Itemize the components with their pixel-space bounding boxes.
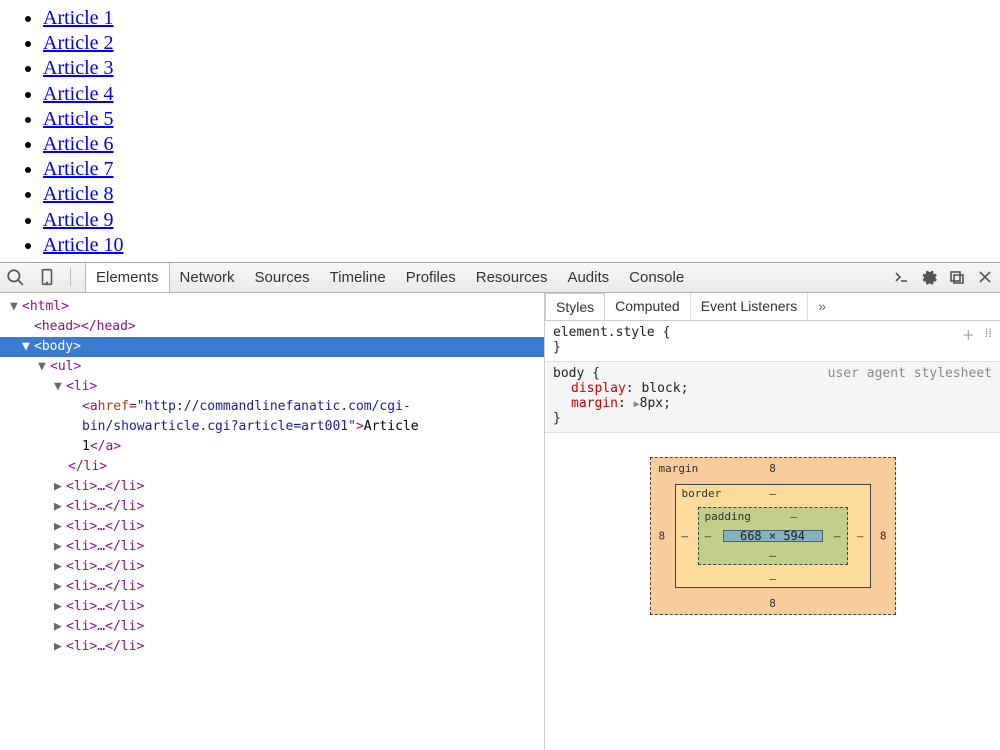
- article-list: Article 1 Article 2 Article 3 Article 4 …: [43, 6, 1000, 258]
- dom-node-ul[interactable]: ▼<ul>: [0, 357, 544, 377]
- dom-node-li-close[interactable]: </li>: [0, 457, 544, 477]
- toolbar-divider: [70, 268, 71, 286]
- list-item: Article 5: [43, 107, 1000, 132]
- article-link[interactable]: Article 9: [43, 209, 114, 231]
- new-style-rule-icon[interactable]: ＋: [962, 325, 975, 344]
- dom-node-a-text[interactable]: 1</a>: [0, 437, 544, 457]
- padding-bottom-value: –: [769, 549, 776, 562]
- dom-node-li-open[interactable]: ▼<li>: [0, 377, 544, 397]
- dom-node-a[interactable]: <a href="http://commandlinefanatic.com/c…: [0, 397, 544, 417]
- margin-left-value: 8: [659, 529, 666, 542]
- device-icon[interactable]: [38, 268, 56, 286]
- rule-brace: }: [553, 340, 992, 355]
- article-link[interactable]: Article 3: [43, 57, 114, 79]
- margin-bottom-value: 8: [769, 597, 776, 610]
- list-item: Article 9: [43, 208, 1000, 233]
- article-link[interactable]: Article 6: [43, 133, 114, 155]
- tab-resources[interactable]: Resources: [466, 263, 558, 292]
- gear-icon[interactable]: [920, 268, 938, 286]
- dom-node-li-collapsed[interactable]: ▶<li>…</li>: [0, 577, 544, 597]
- tab-timeline[interactable]: Timeline: [320, 263, 396, 292]
- article-link[interactable]: Article 8: [43, 183, 114, 205]
- list-item: Article 2: [43, 31, 1000, 56]
- dom-node-li-collapsed[interactable]: ▶<li>…</li>: [0, 517, 544, 537]
- close-icon[interactable]: [976, 268, 994, 286]
- margin-top-value: 8: [769, 462, 776, 475]
- dom-node-li-collapsed[interactable]: ▶<li>…</li>: [0, 637, 544, 657]
- tab-audits[interactable]: Audits: [557, 263, 619, 292]
- article-link[interactable]: Article 2: [43, 32, 114, 54]
- padding-top-value: –: [790, 510, 797, 523]
- list-item: Article 7: [43, 157, 1000, 182]
- devtools-right-controls: [892, 268, 994, 286]
- article-link[interactable]: Article 1: [43, 7, 114, 29]
- article-link[interactable]: Article 7: [43, 158, 114, 180]
- tab-elements[interactable]: Elements: [85, 263, 170, 292]
- content-dimensions: 668 × 594: [740, 529, 805, 543]
- article-link[interactable]: Article 10: [43, 234, 124, 256]
- list-item: Article 8: [43, 182, 1000, 207]
- list-item: Article 6: [43, 132, 1000, 157]
- box-model-content[interactable]: 668 × 594: [723, 530, 823, 542]
- inspect-icon[interactable]: [6, 268, 24, 286]
- tab-profiles[interactable]: Profiles: [396, 263, 466, 292]
- devtools-panel: Elements Network Sources Timeline Profil…: [0, 262, 1000, 750]
- box-model: margin 8 8 8 8 border – – – – padding: [545, 433, 1000, 615]
- devtools-tabs: Elements Network Sources Timeline Profil…: [85, 263, 694, 292]
- box-model-padding[interactable]: padding – – – – 668 × 594: [698, 507, 848, 565]
- tab-sources[interactable]: Sources: [245, 263, 320, 292]
- box-model-margin[interactable]: margin 8 8 8 8 border – – – – padding: [650, 457, 896, 615]
- tab-network[interactable]: Network: [170, 263, 245, 292]
- article-link[interactable]: Article 4: [43, 83, 114, 105]
- border-label: border: [682, 487, 722, 500]
- declaration[interactable]: display: block;: [553, 381, 992, 396]
- tab-console[interactable]: Console: [619, 263, 694, 292]
- dom-node-li-collapsed[interactable]: ▶<li>…</li>: [0, 477, 544, 497]
- dom-node-a-cont[interactable]: bin/showarticle.cgi?article=art001">Arti…: [0, 417, 544, 437]
- declaration[interactable]: margin: ▶8px;: [553, 396, 992, 411]
- list-item: Article 1: [43, 6, 1000, 31]
- rule-origin: user agent stylesheet: [828, 366, 992, 381]
- style-rule-body[interactable]: user agent stylesheet body { display: bl…: [545, 362, 1000, 433]
- styles-tab-listeners[interactable]: Event Listeners: [691, 293, 809, 320]
- rule-selector: element.style {: [553, 325, 992, 340]
- styles-tab-computed[interactable]: Computed: [605, 293, 691, 320]
- list-item: Article 3: [43, 56, 1000, 81]
- dom-node-li-collapsed[interactable]: ▶<li>…</li>: [0, 617, 544, 637]
- dom-node-li-collapsed[interactable]: ▶<li>…</li>: [0, 557, 544, 577]
- dom-node-body-selected[interactable]: ▼<body>: [0, 337, 544, 357]
- list-item: Article 4: [43, 82, 1000, 107]
- devtools-toolbar: Elements Network Sources Timeline Profil…: [0, 263, 1000, 293]
- style-rule-element[interactable]: ＋ ⁞⁞ element.style { }: [545, 321, 1000, 362]
- styles-tabs-more-icon[interactable]: »: [808, 298, 836, 314]
- border-left-value: –: [682, 529, 689, 542]
- margin-label: margin: [659, 462, 699, 475]
- box-model-border[interactable]: border – – – – padding – – – –: [675, 484, 871, 588]
- margin-right-value: 8: [880, 529, 887, 542]
- rendered-page: Article 1 Article 2 Article 3 Article 4 …: [0, 0, 1000, 262]
- border-top-value: –: [769, 487, 776, 500]
- dom-node-head[interactable]: <head></head>: [0, 317, 544, 337]
- dock-icon[interactable]: [948, 268, 966, 286]
- styles-tabs: Styles Computed Event Listeners »: [545, 293, 1000, 321]
- padding-label: padding: [705, 510, 751, 523]
- dom-node-li-collapsed[interactable]: ▶<li>…</li>: [0, 537, 544, 557]
- dom-tree-panel[interactable]: ▼<html> <head></head> ▼<body> ▼<ul> ▼<li…: [0, 293, 545, 750]
- styles-panel: Styles Computed Event Listeners » ＋ ⁞⁞ e…: [545, 293, 1000, 750]
- styles-tab-styles[interactable]: Styles: [545, 293, 605, 320]
- dom-node-li-collapsed[interactable]: ▶<li>…</li>: [0, 497, 544, 517]
- article-link[interactable]: Article 5: [43, 108, 114, 130]
- border-right-value: –: [857, 529, 864, 542]
- toggle-element-state-icon[interactable]: ⁞⁞: [985, 325, 992, 344]
- border-bottom-value: –: [769, 572, 776, 585]
- dom-node-li-collapsed[interactable]: ▶<li>…</li>: [0, 597, 544, 617]
- show-console-icon[interactable]: [892, 268, 910, 286]
- padding-right-value: –: [834, 529, 841, 542]
- styles-body: ＋ ⁞⁞ element.style { } user agent styles…: [545, 321, 1000, 750]
- dom-node-html[interactable]: ▼<html>: [0, 297, 544, 317]
- rule-brace: }: [553, 411, 992, 426]
- list-item: Article 10: [43, 233, 1000, 258]
- padding-left-value: –: [705, 529, 712, 542]
